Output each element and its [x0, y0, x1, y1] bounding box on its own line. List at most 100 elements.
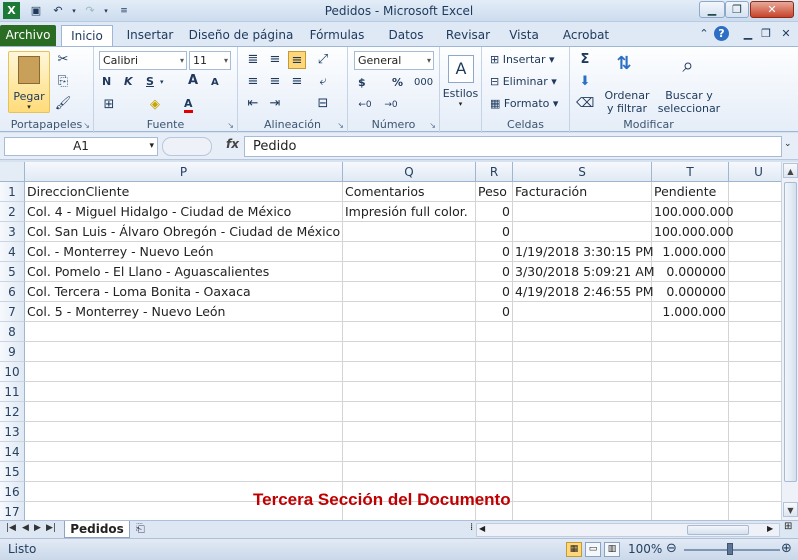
- cell[interactable]: Pendiente: [652, 182, 729, 202]
- merge-center-icon[interactable]: ⊟: [314, 95, 332, 113]
- tab-inicio[interactable]: Inicio: [61, 25, 113, 46]
- tab-datos[interactable]: Datos: [380, 25, 432, 46]
- cell[interactable]: [25, 442, 343, 462]
- cell[interactable]: [729, 362, 781, 382]
- autosum-icon[interactable]: Σ: [576, 51, 594, 69]
- cell[interactable]: Col. - Monterrey - Nuevo León: [25, 242, 343, 262]
- cell[interactable]: [513, 442, 652, 462]
- formula-splitter[interactable]: [162, 137, 212, 156]
- styles-label[interactable]: Estilos: [440, 87, 481, 100]
- page-break-icon[interactable]: ▥: [604, 542, 620, 557]
- row-header[interactable]: 13: [0, 422, 25, 442]
- cell[interactable]: [343, 382, 476, 402]
- cell[interactable]: [513, 382, 652, 402]
- cell[interactable]: [343, 342, 476, 362]
- cell[interactable]: [513, 422, 652, 442]
- row-header[interactable]: 12: [0, 402, 25, 422]
- tab-acrobat[interactable]: Acrobat: [556, 25, 616, 46]
- cell[interactable]: [729, 462, 781, 482]
- first-sheet-icon[interactable]: |◀: [6, 523, 16, 533]
- increase-indent-icon[interactable]: ⇥: [266, 95, 284, 113]
- doc-close-icon[interactable]: ✕: [778, 26, 794, 42]
- scroll-right-icon[interactable]: ▶: [767, 524, 773, 533]
- cell[interactable]: [343, 302, 476, 322]
- row-header[interactable]: 11: [0, 382, 25, 402]
- align-top-icon[interactable]: ≣: [244, 51, 262, 69]
- cell[interactable]: 1/19/2018 3:30:15 PM: [513, 242, 654, 262]
- cell[interactable]: [729, 482, 781, 502]
- last-sheet-icon[interactable]: ▶|: [46, 523, 56, 533]
- scroll-left-icon[interactable]: ◀: [479, 524, 485, 533]
- zoom-slider-thumb[interactable]: [727, 543, 733, 555]
- increase-decimal-icon[interactable]: ←0: [356, 96, 374, 114]
- cell[interactable]: [513, 502, 652, 520]
- cell[interactable]: [652, 502, 729, 520]
- cell[interactable]: [513, 342, 652, 362]
- row-header[interactable]: 5: [0, 262, 25, 282]
- cell[interactable]: [343, 362, 476, 382]
- next-sheet-icon[interactable]: ▶: [34, 523, 41, 533]
- column-header-p[interactable]: P: [25, 162, 343, 182]
- cell[interactable]: [343, 442, 476, 462]
- cell[interactable]: [513, 482, 652, 502]
- cell[interactable]: [652, 362, 729, 382]
- cell[interactable]: Col. 5 - Monterrey - Nuevo León: [25, 302, 343, 322]
- align-middle-icon[interactable]: ≡: [266, 51, 284, 69]
- cell[interactable]: [652, 462, 729, 482]
- cell[interactable]: [476, 322, 513, 342]
- row-header[interactable]: 4: [0, 242, 25, 262]
- cell[interactable]: [343, 422, 476, 442]
- bold-button[interactable]: N: [102, 74, 111, 90]
- expand-formula-icon[interactable]: ⌄: [784, 139, 792, 149]
- format-painter-icon[interactable]: 🖌: [54, 95, 72, 113]
- thousands-button[interactable]: 000: [414, 75, 433, 91]
- cell[interactable]: 0: [476, 302, 513, 322]
- cell[interactable]: Facturación: [513, 182, 652, 202]
- cell[interactable]: [652, 322, 729, 342]
- align-left-icon[interactable]: ≡: [244, 73, 262, 91]
- column-header-s[interactable]: S: [513, 162, 652, 182]
- scroll-up-icon[interactable]: ▲: [783, 163, 798, 178]
- cell[interactable]: [25, 402, 343, 422]
- cell[interactable]: Impresión full color.: [343, 202, 476, 222]
- cell[interactable]: [652, 422, 729, 442]
- insert-function-icon[interactable]: fx: [226, 137, 239, 151]
- doc-minimize-icon[interactable]: ▁: [740, 26, 756, 42]
- horizontal-scrollbar[interactable]: ◀ ▶: [476, 523, 780, 537]
- cell[interactable]: [25, 462, 343, 482]
- cell[interactable]: 0: [476, 262, 513, 282]
- font-color-button[interactable]: A: [184, 97, 193, 113]
- cell[interactable]: [513, 302, 652, 322]
- cell[interactable]: DireccionCliente: [25, 182, 343, 202]
- cell[interactable]: Col. 4 - Miguel Hidalgo - Ciudad de Méxi…: [25, 202, 343, 222]
- cell[interactable]: [25, 422, 343, 442]
- row-header[interactable]: 16: [0, 482, 25, 502]
- vertical-scroll-thumb[interactable]: [784, 182, 797, 482]
- row-header[interactable]: 1: [0, 182, 25, 202]
- column-header-t[interactable]: T: [652, 162, 729, 182]
- cell[interactable]: Col. Pomelo - El Llano - Aguascalientes: [25, 262, 343, 282]
- underline-dropdown-icon[interactable]: ▾: [160, 74, 164, 90]
- cell[interactable]: [343, 282, 476, 302]
- cell[interactable]: [343, 322, 476, 342]
- cell[interactable]: 0.000000: [652, 282, 729, 302]
- prev-sheet-icon[interactable]: ◀: [22, 523, 29, 533]
- cell[interactable]: Comentarios: [343, 182, 476, 202]
- cell[interactable]: [729, 322, 781, 342]
- delete-cells-button[interactable]: ⊟ Eliminar ▾: [490, 74, 557, 90]
- fill-color-icon[interactable]: ◈: [146, 96, 164, 114]
- align-right-icon[interactable]: ≡: [288, 73, 306, 91]
- cell[interactable]: [476, 442, 513, 462]
- sort-filter-button[interactable]: Ordenar y filtrar: [602, 89, 652, 115]
- cell[interactable]: Peso: [476, 182, 513, 202]
- cell[interactable]: 0: [476, 222, 513, 242]
- page-layout-icon[interactable]: ▭: [585, 542, 601, 557]
- row-header[interactable]: 14: [0, 442, 25, 462]
- add-icon[interactable]: ⊞: [784, 521, 792, 532]
- cell[interactable]: [476, 422, 513, 442]
- row-header[interactable]: 8: [0, 322, 25, 342]
- styles-icon[interactable]: A: [448, 55, 474, 83]
- tab-formulas[interactable]: Fórmulas: [304, 25, 370, 46]
- horizontal-scroll-thumb[interactable]: [687, 525, 749, 535]
- column-header-q[interactable]: Q: [343, 162, 476, 182]
